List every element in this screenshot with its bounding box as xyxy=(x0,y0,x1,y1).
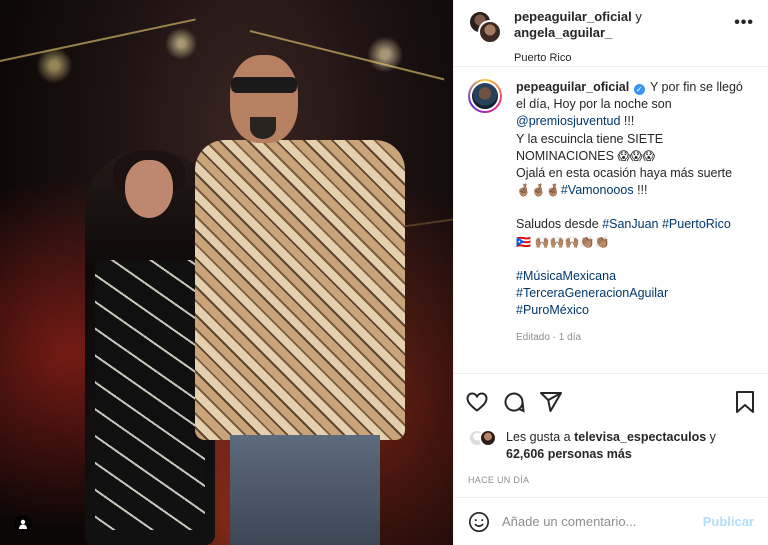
hashtag-link[interactable]: #PuertoRico xyxy=(662,217,731,231)
hashtag-link[interactable]: #PuroMéxico xyxy=(516,302,754,319)
heart-icon[interactable] xyxy=(465,390,489,414)
share-icon[interactable] xyxy=(539,390,563,414)
comments-area[interactable]: pepeaguilar_oficial ✓ Y por fin se llegó… xyxy=(454,67,768,373)
hashtag-link[interactable]: #TerceraGeneracionAguilar xyxy=(516,285,754,302)
caption-text: !!! xyxy=(623,114,635,129)
header-text: pepeaguilar_oficial y angela_aguilar_ Pu… xyxy=(514,9,754,66)
liker-avatars[interactable] xyxy=(468,429,498,449)
mention-link[interactable]: @premiosjuventud xyxy=(516,114,620,128)
face xyxy=(125,160,173,218)
caption-username[interactable]: pepeaguilar_oficial xyxy=(516,80,629,94)
comment-input[interactable] xyxy=(502,514,703,529)
hashtag-link[interactable]: #MúsicaMexicana xyxy=(516,268,754,285)
hashtag-link[interactable]: #Vamonooos xyxy=(561,183,634,197)
post-view: pepeaguilar_oficial y angela_aguilar_ Pu… xyxy=(0,0,768,545)
beard xyxy=(250,117,276,139)
comment-icon[interactable] xyxy=(502,390,526,414)
likes-joiner: y xyxy=(709,430,716,444)
user-tag-icon[interactable] xyxy=(14,515,32,533)
likes-summary: Les gusta a televisa_espectaculos y 62,6… xyxy=(454,429,768,469)
smiley-icon[interactable] xyxy=(468,511,490,533)
emoji-scream: 😱😱😱 xyxy=(617,148,655,163)
post-header: pepeaguilar_oficial y angela_aguilar_ Pu… xyxy=(454,0,768,67)
pants xyxy=(230,435,380,545)
caption-body: pepeaguilar_oficial ✓ Y por fin se llegó… xyxy=(516,79,754,347)
ellipsis-icon: ••• xyxy=(734,14,754,31)
post-photo[interactable] xyxy=(0,0,453,545)
header-joiner: y xyxy=(635,9,642,24)
caption-text: Ojalá en esta ocasión haya más suerte xyxy=(516,166,733,181)
location-link[interactable]: Puerto Rico xyxy=(514,50,754,66)
likes-prefix: Les gusta a xyxy=(506,430,571,444)
avatar xyxy=(479,429,497,447)
caption-text: Saludos desde xyxy=(516,217,599,232)
emoji-flag-clap: 🇵🇷 🙌🏽🙌🏽🙌🏽👏🏽👏🏽 xyxy=(516,234,610,249)
person-pepe xyxy=(195,55,405,545)
dress-print xyxy=(95,260,205,530)
more-options-button[interactable]: ••• xyxy=(734,14,754,32)
hashtag-link[interactable]: #SanJuan xyxy=(602,217,658,231)
header-user2-link[interactable]: angela_aguilar_ xyxy=(514,25,612,40)
avatar[interactable] xyxy=(478,20,502,44)
emoji-crossed-fingers: 🤞🏽🤞🏽🤞🏽 xyxy=(516,183,561,198)
caption-avatar[interactable] xyxy=(468,79,502,113)
edited-timestamp: Editado · 1 día xyxy=(516,332,582,344)
liker-username-link[interactable]: televisa_espectaculos xyxy=(574,430,706,444)
post-side-panel: pepeaguilar_oficial y angela_aguilar_ Pu… xyxy=(453,0,768,545)
collab-avatars[interactable] xyxy=(468,10,502,44)
caption-text: !!! xyxy=(637,183,648,198)
header-usernames: pepeaguilar_oficial y angela_aguilar_ xyxy=(514,9,754,41)
sunglasses xyxy=(231,77,297,93)
add-comment-bar: Publicar xyxy=(454,497,768,545)
post-comment-button[interactable]: Publicar xyxy=(703,514,754,529)
action-bar xyxy=(454,373,768,429)
verified-badge-icon: ✓ xyxy=(633,84,645,95)
shirt xyxy=(195,140,405,440)
post-timestamp[interactable]: HACE UN DÍA xyxy=(454,473,768,497)
likes-count-link[interactable]: 62,606 personas más xyxy=(506,447,632,461)
bookmark-icon[interactable] xyxy=(734,390,756,414)
caption: pepeaguilar_oficial ✓ Y por fin se llegó… xyxy=(468,79,754,347)
likes-text: Les gusta a televisa_espectaculos y 62,6… xyxy=(506,429,716,463)
header-user1-link[interactable]: pepeaguilar_oficial xyxy=(514,9,632,24)
